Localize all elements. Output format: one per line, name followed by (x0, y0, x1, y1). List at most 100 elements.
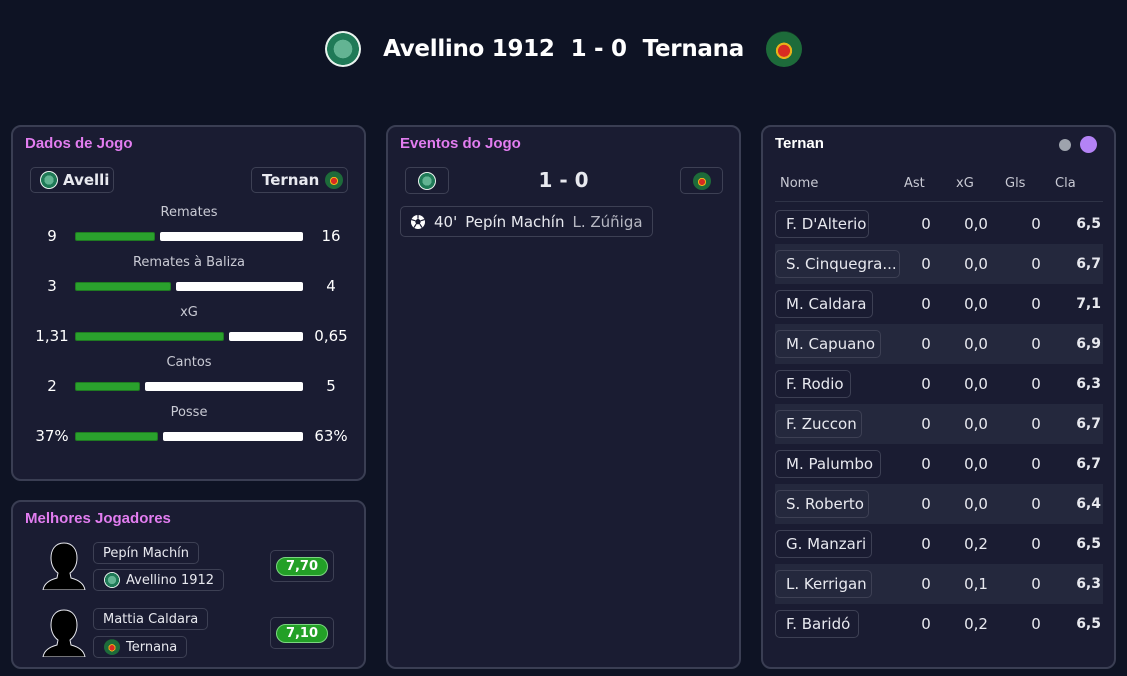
table-row[interactable]: M. Palumbo 0 0,0 0 6,7 (775, 444, 1103, 484)
away-team-chip[interactable] (680, 167, 723, 194)
column-header-xg: xG (956, 176, 974, 191)
player-team: Avellino 1912 (126, 572, 215, 588)
cell-goals: 0 (1031, 215, 1041, 233)
cell-goals: 0 (1031, 295, 1041, 313)
cell-goals: 0 (1031, 615, 1041, 633)
event-scorer: Pepín Machín (465, 212, 565, 231)
stat-home-bar (75, 232, 155, 241)
player-team-chip[interactable]: Avellino 1912 (93, 569, 225, 591)
cell-assists: 0 (921, 575, 931, 593)
away-team-name: Ternana (642, 36, 745, 62)
cell-goals: 0 (1031, 455, 1041, 473)
match-title: Avellino 1912 1 - 0 Ternana (383, 36, 744, 62)
stat-home-value: 2 (47, 377, 57, 395)
cell-assists: 0 (921, 415, 931, 433)
cell-xg: 0,0 (964, 455, 988, 473)
stat-label: Remates (160, 205, 218, 220)
cell-assists: 0 (921, 535, 931, 553)
table-row[interactable]: F. Zuccon 0 0,0 0 6,7 (775, 404, 1103, 444)
cell-rating: 6,7 (1076, 256, 1101, 272)
goal-event[interactable]: 40' Pepín Machín L. Zúñiga (400, 206, 653, 237)
player-name-chip[interactable]: M. Palumbo (775, 450, 881, 478)
player-name-chip[interactable]: S. Roberto (775, 490, 869, 518)
stat-home-value: 3 (47, 277, 57, 295)
match-header: Avellino 1912 1 - 0 Ternana (0, 26, 1127, 72)
table-row[interactable]: S. Cinquegra... 0 0,0 0 6,7 (775, 244, 1103, 284)
game-stats-panel: Dados de Jogo Avelli Ternan Remates 9 16 Re… (11, 125, 366, 481)
player-name-chip[interactable]: Mattia Caldara (93, 608, 209, 630)
table-row[interactable]: M. Caldara 0 0,0 0 7,1 (775, 284, 1103, 324)
cell-goals: 0 (1031, 415, 1041, 433)
cell-rating: 7,1 (1076, 296, 1101, 312)
table-row[interactable]: M. Capuano 0 0,0 0 6,9 (775, 324, 1103, 364)
player-rating-chip: 7,70 (270, 550, 334, 582)
cell-xg: 0,0 (964, 375, 988, 393)
player-team: Ternana (126, 639, 178, 655)
cell-rating: 6,4 (1076, 496, 1101, 512)
cell-assists: 0 (921, 375, 931, 393)
ternana-crest-icon (765, 31, 802, 67)
cell-goals: 0 (1031, 375, 1041, 393)
player-rating: 7,70 (275, 556, 329, 576)
column-header-name: Nome (780, 176, 819, 191)
stat-label: xG (180, 305, 198, 320)
game-stats-title: Dados de Jogo (25, 135, 133, 152)
stat-home-bar (75, 382, 140, 391)
stat-away-value: 5 (326, 377, 336, 395)
table-row[interactable]: F. Baridó 0 0,2 0 6,5 (775, 604, 1103, 644)
player-name-chip[interactable]: Pepín Machín (93, 542, 200, 564)
player-name-chip[interactable]: M. Caldara (775, 290, 873, 318)
events-panel: Eventos do Jogo 1 - 0 40' Pepín Machín L… (386, 125, 741, 669)
stat-home-bar (75, 282, 171, 291)
football-icon (411, 214, 425, 229)
table-row[interactable]: G. Manzari 0 0,2 0 6,5 (775, 524, 1103, 564)
stat-away-value: 16 (321, 227, 341, 245)
cell-goals: 0 (1031, 535, 1041, 553)
avellino-crest-icon (40, 171, 58, 189)
cell-assists: 0 (921, 455, 931, 473)
player-name-chip[interactable]: F. Rodio (775, 370, 851, 398)
player-name-chip[interactable]: G. Manzari (775, 530, 872, 558)
table-row[interactable]: L. Kerrigan 0 0,1 0 6,3 (775, 564, 1103, 604)
cell-xg: 0,1 (964, 575, 988, 593)
table-row[interactable]: F. Rodio 0 0,0 0 6,3 (775, 364, 1103, 404)
stat-home-bar (75, 332, 224, 341)
home-team-chip[interactable]: Avelli (30, 167, 114, 193)
header-divider (775, 201, 1103, 202)
cell-assists: 0 (921, 615, 931, 633)
column-header-cla: Cla (1055, 176, 1076, 191)
stat-away-bar (176, 282, 303, 291)
cell-assists: 0 (921, 495, 931, 513)
stat-label: Posse (170, 405, 208, 420)
player-name-chip[interactable]: F. Baridó (775, 610, 859, 638)
toggle-dot-inactive[interactable] (1059, 139, 1071, 151)
cell-rating: 6,5 (1076, 616, 1101, 632)
cell-goals: 0 (1031, 255, 1041, 273)
player-name: Mattia Caldara (103, 611, 199, 627)
cell-xg: 0,0 (964, 495, 988, 513)
player-name-chip[interactable]: L. Kerrigan (775, 570, 872, 598)
cell-assists: 0 (921, 335, 931, 353)
event-assist: L. Zúñiga (572, 212, 643, 231)
cell-xg: 0,0 (964, 215, 988, 233)
cell-rating: 6,7 (1076, 416, 1101, 432)
player-name-chip[interactable]: F. Zuccon (775, 410, 862, 438)
stat-label: Cantos (166, 355, 212, 370)
table-row[interactable]: S. Roberto 0 0,0 0 6,4 (775, 484, 1103, 524)
away-team-chip[interactable]: Ternan (251, 167, 348, 193)
cell-rating: 6,5 (1076, 536, 1101, 552)
stat-home-bar (75, 432, 158, 441)
stat-away-bar (163, 432, 303, 441)
away-team-chip-label: Ternan (262, 171, 320, 189)
cell-xg: 0,0 (964, 335, 988, 353)
best-players-panel: Melhores Jogadores Pepín Machín Avellino… (11, 500, 366, 669)
player-name-chip[interactable]: S. Cinquegra... (775, 250, 900, 278)
cell-xg: 0,2 (964, 615, 988, 633)
event-minute: 40' (434, 212, 458, 231)
player-name-chip[interactable]: M. Capuano (775, 330, 881, 358)
stat-home-value: 37% (35, 427, 69, 445)
toggle-dot-active[interactable] (1080, 136, 1097, 153)
table-row[interactable]: F. D'Alterio 0 0,0 0 6,5 (775, 204, 1103, 244)
player-name-chip[interactable]: F. D'Alterio (775, 210, 869, 238)
player-team-chip[interactable]: Ternana (93, 636, 188, 658)
